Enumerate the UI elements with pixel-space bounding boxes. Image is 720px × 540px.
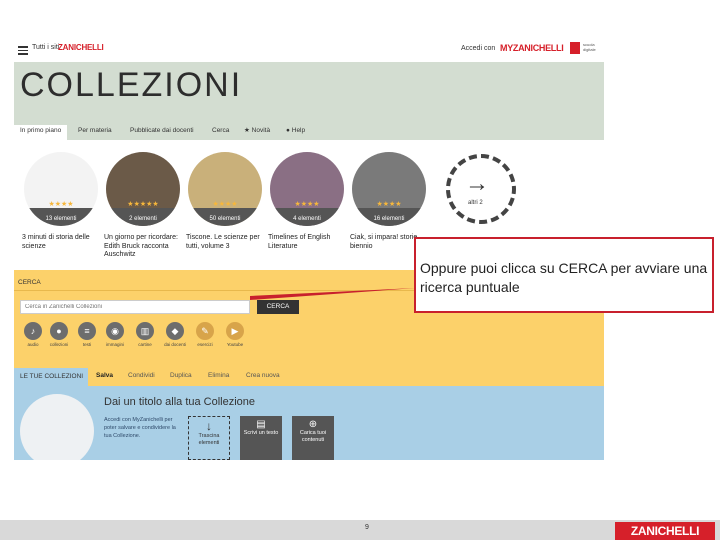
slide-footer: 9 (0, 520, 720, 540)
page-number: 9 (365, 524, 369, 531)
callout-text: Oppure puoi clicca su CERCA per avviare … (420, 260, 708, 295)
footer-logo: ZANICHELLI (615, 522, 715, 540)
callout-box: Oppure puoi clicca su CERCA per avviare … (414, 237, 714, 313)
